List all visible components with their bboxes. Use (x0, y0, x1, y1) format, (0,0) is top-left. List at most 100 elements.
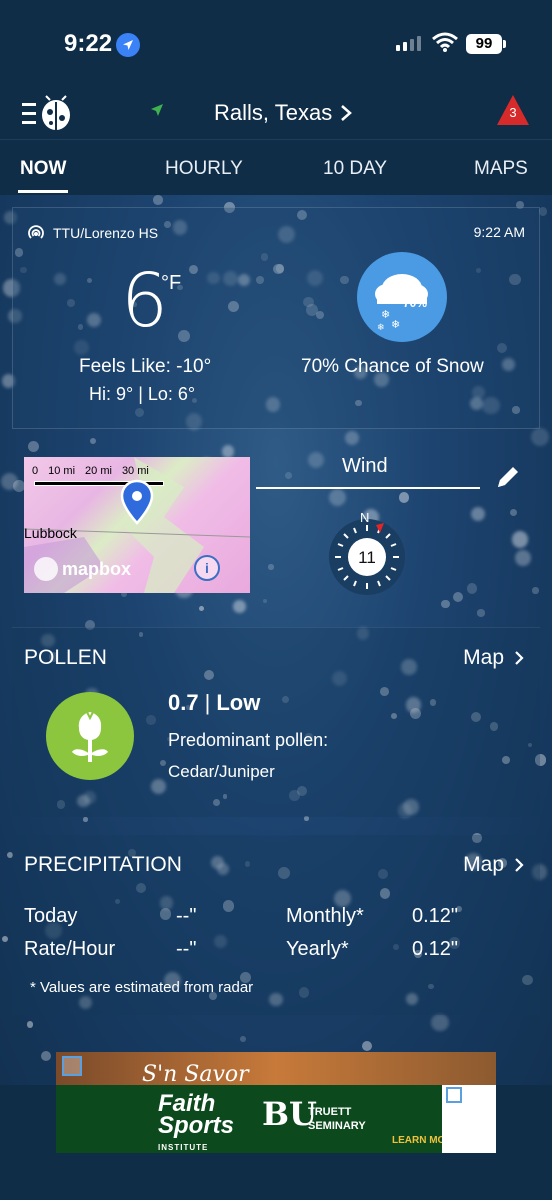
snowflake (27, 1021, 34, 1028)
chevron-right-icon (515, 858, 524, 872)
location-name: Ralls, Texas (214, 100, 333, 125)
pollen-value: 0.7 (168, 690, 199, 715)
wifi-icon (432, 32, 458, 57)
ad-bu-logo: BU (262, 1095, 317, 1133)
alerts-button[interactable]: 3 (496, 94, 530, 126)
mapbox-text: mapbox (62, 558, 132, 579)
scale-label: 10 mi (48, 465, 76, 477)
ad-choices-icon[interactable] (62, 1056, 82, 1076)
tab-now[interactable]: NOW (20, 158, 66, 180)
snowflake (40, 1051, 51, 1062)
observation-time: 9:22 AM (473, 224, 525, 240)
precipitation-card[interactable]: PRECIPITATION Map Today --" Monthly* 0.1… (12, 835, 540, 1015)
tab-maps[interactable]: MAPS (474, 158, 528, 180)
status-bar: 9:22 99 (0, 0, 552, 88)
location-selector[interactable]: Ralls, Texas (214, 100, 353, 126)
precip-label: Yearly* (286, 938, 349, 960)
snowflake (431, 1013, 449, 1032)
hi-lo: Hi: 9° | Lo: 6° (89, 384, 196, 404)
edit-pencil-icon[interactable] (494, 463, 522, 496)
scale-label: 20 mi (85, 465, 112, 477)
precipitation-map-label: Map (463, 853, 504, 876)
svg-text:❄: ❄ (391, 318, 400, 331)
station-info: TTU/Lorenzo HS (27, 224, 158, 242)
precipitation-title: PRECIPITATION (24, 853, 182, 876)
scale-label: 30 mi (121, 465, 149, 477)
svg-text:❄: ❄ (381, 308, 390, 321)
ad-faith-sports-logo: Faith Sports INSTITUTE (158, 1092, 235, 1153)
menu-button[interactable] (20, 94, 76, 134)
pollen-card[interactable]: POLLEN Map 0.7 | Low Predominant pollen: C… (12, 627, 540, 817)
cellular-signal-icon (396, 36, 421, 51)
pollen-flower-icon (46, 692, 134, 780)
snowflake (83, 817, 88, 822)
snowflake (1, 935, 8, 942)
station-name: TTU/Lorenzo HS (53, 225, 159, 241)
precip-label: Monthly* (286, 905, 364, 927)
ad-sports-text: Sports (158, 1112, 235, 1139)
banner-ad[interactable]: Faith Sports INSTITUTE BU TRUETT SEMINAR… (56, 1085, 496, 1153)
wind-label: Wind (342, 455, 388, 477)
snow-cloud-icon: ❄ ❄ ❄ 70% (357, 252, 447, 342)
current-conditions-card[interactable]: TTU/Lorenzo HS 9:22 AM 6 °F Feels Like: … (12, 207, 540, 429)
hamburger-bug-icon (22, 95, 70, 130)
ad-seminary-line: SEMINARY (308, 1120, 366, 1132)
svg-text:❄: ❄ (377, 323, 385, 333)
scale-label: 0 (32, 465, 39, 477)
pollen-map-link[interactable]: Map (463, 646, 524, 670)
current-location-icon (150, 103, 164, 122)
snowflake (153, 195, 163, 205)
icon-precip-percent: 70% (403, 296, 428, 310)
wind-speed-value: 11 (358, 548, 376, 567)
radar-map-thumbnail[interactable]: 0 10 mi 20 mi 30 mi Lubbock mapbox i (24, 457, 250, 593)
precipitation-map-link[interactable]: Map (463, 853, 524, 877)
wind-divider (256, 487, 480, 489)
predominant-pollen-label: Predominant pollen: (168, 730, 329, 750)
ad-strip-text: S'n Savor (142, 1062, 249, 1086)
wind-compass: N 11 (324, 510, 410, 597)
mapbox-icon (34, 557, 58, 581)
map-info-button[interactable]: i (194, 555, 220, 581)
station-antenna-icon (28, 225, 44, 239)
content-area[interactable]: TTU/Lorenzo HS 9:22 AM 6 °F Feels Like: … (0, 195, 552, 1085)
alert-count: 3 (509, 105, 517, 120)
ad-choices-icon[interactable] (446, 1087, 462, 1103)
precip-value: --" (176, 938, 197, 960)
ad-strip[interactable]: S'n Savor (56, 1052, 496, 1086)
snowflake (239, 1036, 246, 1042)
pollen-level: Low (216, 690, 261, 715)
feels-like: Feels Like: -10° (79, 356, 212, 377)
precip-value: 0.12" (412, 938, 459, 960)
temperature-unit: °F (161, 272, 182, 294)
pollen-title: POLLEN (24, 646, 107, 669)
ad-truett-line: TRUETT (308, 1106, 352, 1118)
pollen-index: 0.7 | Low (168, 690, 261, 715)
snowflake (362, 1040, 373, 1051)
chevron-right-icon (341, 105, 353, 121)
ad-truett-text: TRUETT SEMINARY (308, 1105, 366, 1133)
map-wind-row: 0 10 mi 20 mi 30 mi Lubbock mapbox i Win… (12, 443, 540, 613)
status-time: 9:22 (64, 30, 113, 57)
chevron-right-icon (515, 651, 524, 665)
precip-label: Today (24, 905, 78, 927)
precipitation-footnote: * Values are estimated from radar (30, 979, 254, 996)
app-header: Ralls, Texas 3 (0, 88, 552, 140)
map-city-label: Lubbock (24, 525, 77, 541)
mapbox-logo: mapbox (34, 557, 131, 581)
precip-value: 0.12" (412, 905, 459, 927)
precip-value: --" (176, 905, 197, 927)
predominant-pollen-type: Cedar/Juniper (168, 762, 275, 781)
battery-indicator: 99 (466, 34, 506, 54)
temperature-value: 6 (121, 258, 169, 344)
map-scale-labels: 0 10 mi 20 mi 30 mi (32, 465, 149, 477)
main-tabs: NOW HOURLY 10 DAY MAPS (0, 140, 552, 195)
ad-institute-text: INSTITUTE (158, 1143, 209, 1152)
compass-north-label: N (360, 511, 369, 525)
location-services-icon (116, 33, 140, 57)
precip-label: Rate/Hour (24, 938, 116, 960)
tab-hourly[interactable]: HOURLY (165, 158, 243, 180)
active-tab-indicator (18, 190, 68, 193)
tab-10-day[interactable]: 10 DAY (323, 158, 387, 180)
snowflake (539, 207, 548, 216)
map-pin-icon (120, 479, 154, 530)
